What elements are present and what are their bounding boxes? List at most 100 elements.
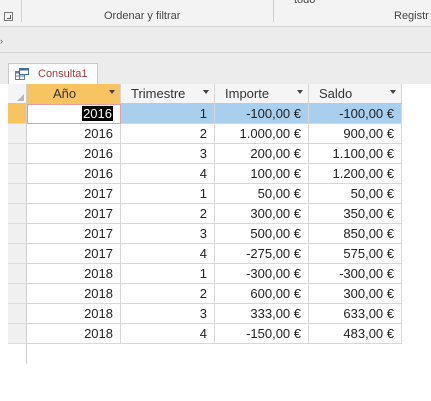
cell-value: 4 bbox=[199, 166, 207, 181]
table-cell[interactable]: 483,00 € bbox=[309, 324, 402, 344]
table-cell[interactable]: 300,00 € bbox=[215, 204, 309, 224]
table-cell[interactable]: 350,00 € bbox=[309, 204, 402, 224]
table-cell[interactable]: 575,00 € bbox=[309, 244, 402, 264]
dialog-launcher-icon[interactable] bbox=[4, 12, 13, 21]
record-selector[interactable] bbox=[8, 204, 27, 224]
table-cell[interactable]: -300,00 € bbox=[215, 264, 309, 284]
table-cell[interactable]: 2018 bbox=[27, 324, 121, 344]
document-tab-bar: Consulta1 bbox=[0, 53, 431, 85]
table-row[interactable]: 2018 1 -300,00 € -300,00 € bbox=[0, 264, 431, 284]
record-selector[interactable] bbox=[8, 244, 27, 264]
table-cell[interactable]: 2016 bbox=[27, 104, 121, 124]
record-selector[interactable] bbox=[8, 184, 27, 204]
table-cell[interactable]: -150,00 € bbox=[215, 324, 309, 344]
table-row[interactable]: 2017 1 50,00 € 50,00 € bbox=[0, 184, 431, 204]
filter-dropdown-icon[interactable] bbox=[297, 90, 303, 94]
table-cell[interactable]: 633,00 € bbox=[309, 304, 402, 324]
table-cell[interactable]: 2018 bbox=[27, 284, 121, 304]
table-row[interactable]: 2018 3 333,00 € 633,00 € bbox=[0, 304, 431, 324]
record-selector[interactable] bbox=[8, 304, 27, 324]
record-selector[interactable] bbox=[8, 164, 27, 184]
table-row[interactable]: 2017 2 300,00 € 350,00 € bbox=[0, 204, 431, 224]
table-cell[interactable]: 2017 bbox=[27, 204, 121, 224]
record-selector[interactable] bbox=[8, 224, 27, 244]
table-cell[interactable]: 2017 bbox=[27, 184, 121, 204]
cell-value: 4 bbox=[199, 326, 207, 341]
table-cell[interactable]: 2017 bbox=[27, 224, 121, 244]
table-cell[interactable]: 4 bbox=[121, 324, 215, 344]
ribbon: todo Ordenar y filtrar Registr bbox=[0, 0, 431, 27]
cell-value: 200,00 € bbox=[250, 146, 301, 161]
column-header-label: Importe bbox=[225, 86, 270, 101]
table-cell[interactable]: 300,00 € bbox=[309, 284, 402, 304]
table-cell[interactable]: 2017 bbox=[27, 244, 121, 264]
query-icon bbox=[15, 68, 29, 80]
record-selector[interactable] bbox=[8, 344, 27, 364]
filter-dropdown-icon[interactable] bbox=[390, 90, 396, 94]
table-cell[interactable]: 600,00 € bbox=[215, 284, 309, 304]
record-selector[interactable] bbox=[8, 144, 27, 164]
table-cell[interactable]: 1.000,00 € bbox=[215, 124, 309, 144]
table-cell[interactable]: 4 bbox=[121, 244, 215, 264]
table-cell[interactable]: 50,00 € bbox=[309, 184, 402, 204]
filter-dropdown-icon[interactable] bbox=[109, 90, 115, 94]
table-cell[interactable]: 1.200,00 € bbox=[309, 164, 402, 184]
column-header[interactable]: Importe bbox=[215, 84, 309, 104]
table-cell[interactable]: 333,00 € bbox=[215, 304, 309, 324]
table-cell[interactable]: 2016 bbox=[27, 164, 121, 184]
table-cell[interactable]: 2016 bbox=[27, 144, 121, 164]
table-cell[interactable]: -275,00 € bbox=[215, 244, 309, 264]
record-selector[interactable] bbox=[8, 324, 27, 344]
cell-value: 2018 bbox=[84, 286, 113, 301]
chevron-icon[interactable]: › bbox=[0, 36, 3, 46]
cell-value: 1 bbox=[199, 186, 207, 201]
table-cell[interactable]: 200,00 € bbox=[215, 144, 309, 164]
column-header-label: Año bbox=[53, 86, 77, 101]
table-row[interactable]: 2016 1 -100,00 € -100,00 € bbox=[0, 104, 431, 124]
table-cell[interactable]: 3 bbox=[121, 144, 215, 164]
table-cell[interactable]: 1 bbox=[121, 184, 215, 204]
table-cell[interactable]: -300,00 € bbox=[309, 264, 402, 284]
record-selector[interactable] bbox=[8, 124, 27, 144]
table-cell[interactable]: 2 bbox=[121, 284, 215, 304]
table-cell[interactable]: 2 bbox=[121, 204, 215, 224]
table-cell[interactable]: 2018 bbox=[27, 264, 121, 284]
record-selector[interactable] bbox=[8, 104, 27, 124]
table-cell[interactable]: 3 bbox=[121, 224, 215, 244]
cell-value: 3 bbox=[199, 306, 207, 321]
table-cell[interactable]: 850,00 € bbox=[309, 224, 402, 244]
filter-dropdown-icon[interactable] bbox=[203, 90, 209, 94]
cell-value: 2017 bbox=[84, 186, 113, 201]
table-cell[interactable]: 2018 bbox=[27, 304, 121, 324]
table-cell[interactable]: 100,00 € bbox=[215, 164, 309, 184]
record-selector[interactable] bbox=[8, 264, 27, 284]
column-header[interactable]: Trimestre bbox=[121, 84, 215, 104]
table-cell[interactable]: 900,00 € bbox=[309, 124, 402, 144]
column-header[interactable]: Año bbox=[27, 84, 121, 104]
table-row[interactable]: 2018 2 600,00 € 300,00 € bbox=[0, 284, 431, 304]
cell-value: 2 bbox=[199, 126, 207, 141]
table-cell[interactable]: 1.100,00 € bbox=[309, 144, 402, 164]
table-cell[interactable]: 3 bbox=[121, 304, 215, 324]
table-cell[interactable]: -100,00 € bbox=[215, 104, 309, 124]
table-row[interactable]: 2016 2 1.000,00 € 900,00 € bbox=[0, 124, 431, 144]
record-selector[interactable] bbox=[8, 284, 27, 304]
table-cell[interactable]: 50,00 € bbox=[215, 184, 309, 204]
new-record-row[interactable] bbox=[0, 344, 431, 364]
table-cell[interactable]: 4 bbox=[121, 164, 215, 184]
table-cell[interactable]: 2016 bbox=[27, 124, 121, 144]
table-row[interactable]: 2018 4 -150,00 € 483,00 € bbox=[0, 324, 431, 344]
table-cell[interactable]: 1 bbox=[121, 104, 215, 124]
table-row[interactable]: 2016 3 200,00 € 1.100,00 € bbox=[0, 144, 431, 164]
cell-value: -100,00 € bbox=[246, 106, 301, 121]
table-row[interactable]: 2016 4 100,00 € 1.200,00 € bbox=[0, 164, 431, 184]
tab-consulta1[interactable]: Consulta1 bbox=[8, 63, 98, 85]
tab-label: Consulta1 bbox=[38, 68, 88, 80]
table-cell[interactable]: 1 bbox=[121, 264, 215, 284]
table-cell[interactable]: -100,00 € bbox=[309, 104, 402, 124]
table-row[interactable]: 2017 3 500,00 € 850,00 € bbox=[0, 224, 431, 244]
table-row[interactable]: 2017 4 -275,00 € 575,00 € bbox=[0, 244, 431, 264]
column-header[interactable]: Saldo bbox=[309, 84, 402, 104]
table-cell[interactable]: 500,00 € bbox=[215, 224, 309, 244]
table-cell[interactable]: 2 bbox=[121, 124, 215, 144]
